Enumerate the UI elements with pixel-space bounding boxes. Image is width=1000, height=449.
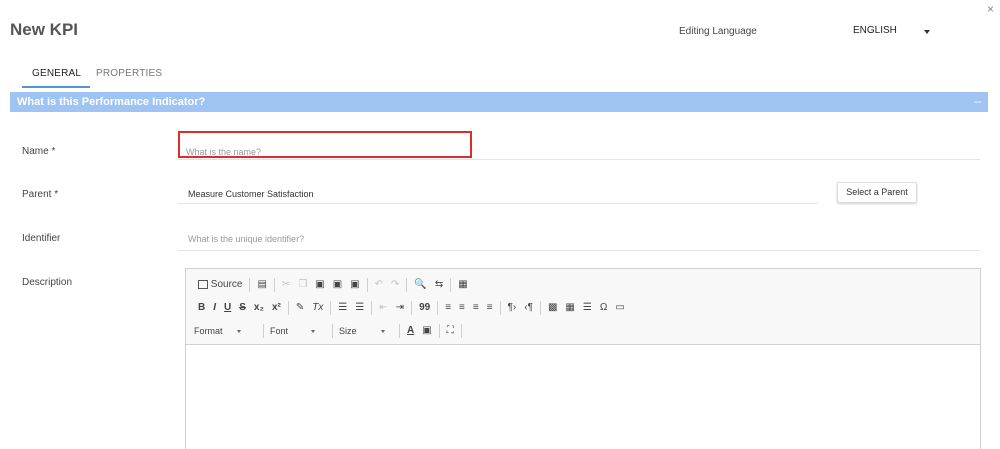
strikethrough-button[interactable]: S: [235, 300, 250, 316]
ltr-icon[interactable]: ¶›: [504, 300, 521, 316]
format-dropdown[interactable]: Format: [194, 323, 260, 339]
copy-format-icon[interactable]: ✎: [292, 300, 308, 316]
toolbar-row-2: B I U S x₂ x² ✎ Tx ☰ ☰ ⇤ ⇥ 99 ≡ ≡ ≡ ≡ ¶›…: [194, 299, 629, 317]
source-icon: [198, 279, 208, 289]
toolbar-separator: [411, 301, 413, 315]
toolbar-separator: [366, 278, 368, 292]
toolbar-separator: [371, 301, 373, 315]
identifier-field[interactable]: What is the unique identifier?: [178, 227, 980, 251]
dialog-title: New KPI: [10, 20, 79, 39]
toolbar-row-3: Format Font Size A ▣ ⛶: [194, 322, 465, 340]
highlight-box: [178, 131, 472, 158]
toolbar-separator: [460, 324, 462, 338]
section-title: What is this Performance Indicator?: [17, 96, 206, 108]
bulleted-list-icon[interactable]: ☰: [351, 300, 368, 316]
identifier-placeholder: What is the unique identifier?: [188, 234, 305, 244]
font-dropdown[interactable]: Font: [267, 323, 329, 339]
editing-language-label: Editing Language: [679, 26, 757, 37]
chevron-down-icon: [380, 330, 385, 334]
insert-image-icon[interactable]: ▭: [611, 300, 628, 316]
parent-label: Parent *: [22, 189, 59, 200]
editor-toolbar: Source ▤ ✂ ❐ ▣ ▣ ▣ ↶ ↷ 🔍 ⇆ ▦ B I U S x₂ …: [186, 269, 980, 345]
description-label: Description: [22, 277, 73, 288]
tab-general[interactable]: GENERAL: [22, 64, 90, 88]
chevron-down-icon: [924, 30, 930, 34]
identifier-label: Identifier: [22, 233, 61, 244]
rich-text-editor[interactable]: Source ▤ ✂ ❐ ▣ ▣ ▣ ↶ ↷ 🔍 ⇆ ▦ B I U S x₂ …: [185, 268, 981, 449]
align-right-icon[interactable]: ≡: [469, 300, 483, 316]
clear-format-button[interactable]: Tx: [308, 300, 327, 316]
undo-icon[interactable]: ↶: [371, 277, 387, 293]
toolbar-separator: [330, 301, 332, 315]
outdent-icon[interactable]: ⇤: [375, 300, 391, 316]
special-char-button[interactable]: Ω: [596, 300, 611, 316]
toolbar-row-1: Source ▤ ✂ ❐ ▣ ▣ ▣ ↶ ↷ 🔍 ⇆ ▦: [194, 276, 472, 294]
horizontal-line-icon[interactable]: ☰: [579, 300, 596, 316]
cut-icon[interactable]: ✂: [278, 277, 294, 293]
format-dropdown-label: Format: [194, 326, 223, 336]
indent-icon[interactable]: ⇥: [392, 300, 408, 316]
toolbar-separator: [399, 324, 400, 338]
bg-color-icon[interactable]: ▣: [418, 323, 435, 339]
select-parent-button[interactable]: Select a Parent: [837, 182, 917, 203]
toolbar-separator: [332, 324, 333, 338]
numbered-list-icon[interactable]: ☰: [334, 300, 351, 316]
insert-flash-icon[interactable]: ▩: [544, 300, 561, 316]
language-select-value: ENGLISH: [853, 25, 897, 36]
rtl-icon[interactable]: ‹¶: [520, 300, 537, 316]
identifier-underline: [178, 250, 980, 251]
name-underline: [178, 159, 980, 160]
subscript-button[interactable]: x₂: [250, 300, 268, 316]
copy-icon[interactable]: ❐: [294, 277, 311, 293]
print-icon[interactable]: ▤: [253, 277, 270, 293]
toolbar-separator: [499, 301, 501, 315]
superscript-button[interactable]: x²: [268, 300, 285, 316]
toolbar-separator: [287, 301, 289, 315]
toolbar-separator: [273, 278, 275, 292]
size-dropdown[interactable]: Size: [336, 323, 396, 339]
chevron-down-icon: [311, 330, 316, 334]
align-left-icon[interactable]: ≡: [441, 300, 455, 316]
underline-button[interactable]: U: [220, 300, 235, 316]
source-button[interactable]: Source: [194, 277, 246, 293]
parent-underline: [178, 203, 818, 204]
align-center-icon[interactable]: ≡: [455, 300, 469, 316]
toolbar-separator: [438, 324, 440, 338]
toolbar-separator: [450, 278, 452, 292]
italic-button[interactable]: I: [209, 300, 220, 316]
name-label: Name *: [22, 146, 56, 157]
paste-text-icon[interactable]: ▣: [329, 277, 346, 293]
bold-button[interactable]: B: [194, 300, 209, 316]
chevron-down-icon: [236, 330, 241, 334]
section-header[interactable]: What is this Performance Indicator? –: [10, 92, 988, 112]
parent-field[interactable]: Measure Customer Satisfaction: [178, 180, 818, 204]
toolbar-separator: [263, 324, 264, 338]
size-dropdown-label: Size: [339, 326, 357, 336]
maximize-icon[interactable]: ⛶: [443, 323, 458, 339]
language-select[interactable]: ENGLISH: [853, 20, 973, 40]
toolbar-separator: [539, 301, 541, 315]
replace-icon[interactable]: ⇆: [431, 277, 447, 293]
parent-value: Measure Customer Satisfaction: [188, 189, 314, 199]
text-color-button[interactable]: A: [403, 323, 418, 339]
collapse-icon[interactable]: –: [974, 94, 981, 108]
paste-icon[interactable]: ▣: [311, 277, 328, 293]
close-icon[interactable]: ×: [987, 2, 994, 16]
toolbar-separator: [406, 278, 408, 292]
blockquote-button[interactable]: 99: [415, 300, 434, 316]
tab-properties[interactable]: PROPERTIES: [86, 64, 172, 88]
insert-table-icon[interactable]: ▦: [561, 300, 578, 316]
font-dropdown-label: Font: [270, 326, 289, 336]
toolbar-separator: [437, 301, 439, 315]
redo-icon[interactable]: ↷: [387, 277, 403, 293]
spellcheck-icon[interactable]: ▦: [454, 277, 471, 293]
toolbar-separator: [249, 278, 251, 292]
source-button-label: Source: [210, 279, 243, 290]
find-icon[interactable]: 🔍: [410, 277, 430, 293]
paste-word-icon[interactable]: ▣: [346, 277, 363, 293]
align-justify-icon[interactable]: ≡: [483, 300, 497, 316]
